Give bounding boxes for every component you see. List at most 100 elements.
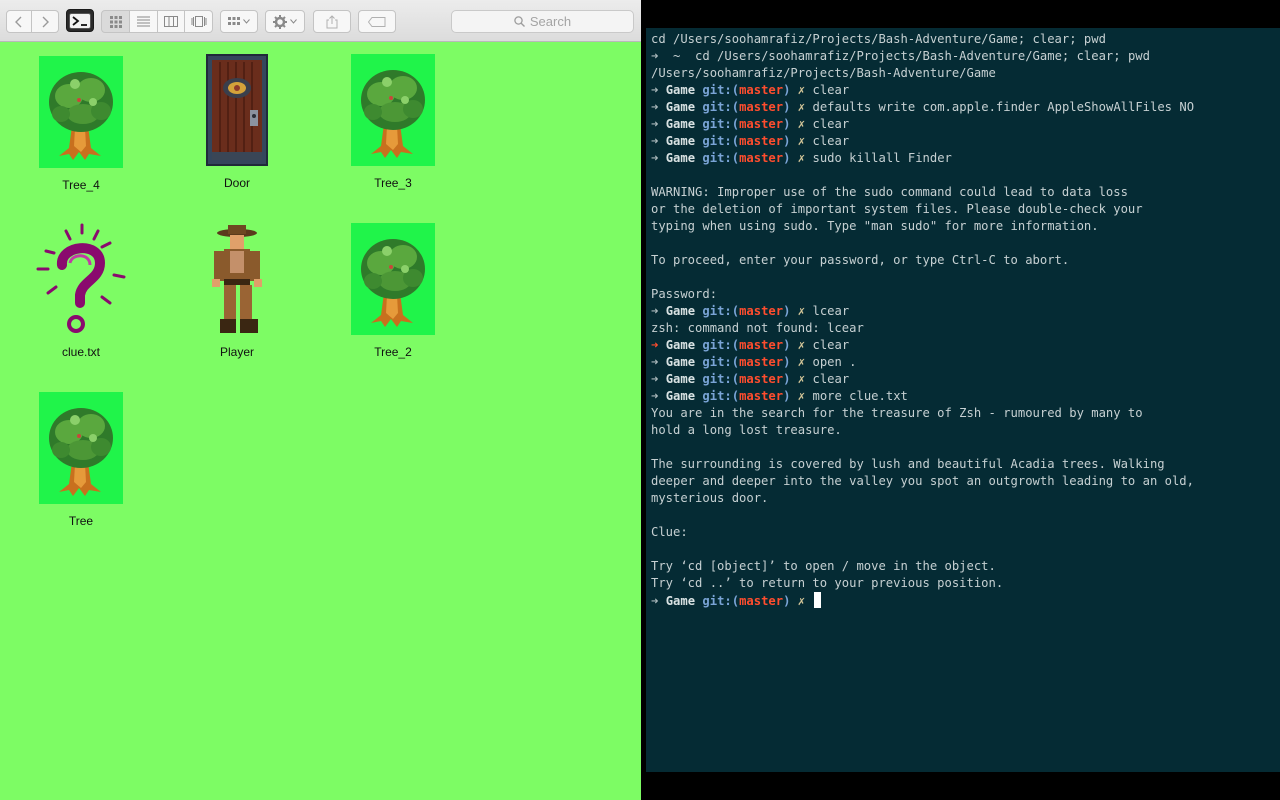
prompt-branch: master [739, 134, 784, 148]
back-button[interactable] [6, 10, 32, 33]
prompt-git-close: ) [783, 117, 791, 131]
chevron-right-icon [42, 16, 49, 27]
terminal-line: ➜ ~ cd /Users/soohamrafiz/Projects/Bash-… [651, 49, 1150, 63]
prompt-directory: Game [665, 338, 696, 352]
file-name: Tree_3 [374, 176, 412, 190]
finder-window: Search Tree_4 Door Tree_3 clue.txt Playe… [0, 0, 641, 800]
terminal-text: typing when using sudo. Type "man sudo" … [651, 219, 1099, 233]
terminal-text: deeper and deeper into the valley you sp… [651, 474, 1194, 488]
search-field[interactable]: Search [451, 10, 634, 33]
action-button[interactable] [265, 10, 305, 33]
prompt-git-close: ) [783, 134, 791, 148]
prompt-directory: Game [665, 355, 696, 369]
terminal-line: WARNING: Improper use of the sudo comman… [651, 184, 1194, 201]
terminal-line: ➜ Game git:(master) ✗ open . [651, 354, 1194, 371]
prompt-branch: master [739, 355, 784, 369]
prompt-git-close: ) [783, 100, 791, 114]
file-item-tree-3[interactable]: Tree_3 [338, 54, 448, 194]
terminal-line: ➜ Game git:(master) ✗ [651, 592, 1194, 609]
terminal-text: You are in the search for the treasure o… [651, 406, 1143, 420]
chevron-left-icon [15, 16, 22, 27]
prompt-dirty-marker: ✗ [797, 355, 806, 369]
prompt-dirty-marker: ✗ [797, 100, 806, 114]
prompt-git: git:( [702, 151, 740, 165]
terminal-command: defaults write com.apple.finder AppleSho… [812, 100, 1195, 114]
terminal-text: Try ‘cd ..’ to return to your previous p… [651, 576, 1004, 590]
tags-button[interactable] [358, 10, 396, 33]
tree-icon [351, 54, 435, 166]
prompt-arrow-icon: ➜ [651, 594, 659, 608]
terminal-text: To proceed, enter your password, or type… [651, 253, 1070, 267]
prompt-branch: master [739, 117, 784, 131]
prompt-dirty-marker: ✗ [797, 304, 806, 318]
column-view-button[interactable] [158, 10, 185, 33]
prompt-git: git:( [702, 134, 740, 148]
prompt-arrow-icon: ➜ [651, 49, 659, 63]
terminal-line: cd /Users/soohamrafiz/Projects/Bash-Adve… [651, 31, 1194, 48]
terminal-command: sudo killall Finder [812, 151, 952, 165]
question-mark-icon [36, 223, 126, 333]
adventurer-icon [212, 225, 262, 333]
file-name: Tree [68, 514, 94, 528]
forward-button[interactable] [32, 10, 59, 33]
open-terminal-button[interactable] [66, 9, 94, 32]
terminal-window[interactable]: cd /Users/soohamrafiz/Projects/Bash-Adve… [646, 28, 1280, 772]
prompt-git: git:( [702, 338, 740, 352]
prompt-directory: Game [665, 372, 696, 386]
list-view-button[interactable] [130, 10, 158, 33]
terminal-command: more clue.txt [812, 389, 908, 403]
terminal-line: You are in the search for the treasure o… [651, 405, 1194, 422]
prompt-dirty-marker: ✗ [797, 134, 806, 148]
cover-flow-button[interactable] [185, 10, 213, 33]
terminal-text: cd /Users/soohamrafiz/Projects/Bash-Adve… [651, 32, 1106, 46]
file-item-tree-2[interactable]: Tree_2 [338, 223, 448, 363]
file-name: Tree_4 [62, 178, 100, 192]
columns-icon [164, 16, 178, 27]
prompt-branch: master [739, 151, 784, 165]
terminal-line: or the deletion of important system file… [651, 201, 1194, 218]
terminal-line: ➜ Game git:(master) ✗ lcear [651, 303, 1194, 320]
terminal-line: To proceed, enter your password, or type… [651, 252, 1194, 269]
arrange-button[interactable] [220, 10, 258, 33]
file-item-tree-4[interactable]: Tree_4 [26, 56, 136, 196]
terminal-command: clear [812, 83, 850, 97]
icon-view-button[interactable] [101, 10, 130, 33]
prompt-directory: Game [665, 117, 696, 131]
terminal-command: clear [812, 338, 850, 352]
arrange-grid-icon [228, 16, 240, 25]
prompt-arrow-icon: ➜ [651, 117, 659, 131]
prompt-branch: master [739, 594, 784, 608]
terminal-line: Password: [651, 286, 1194, 303]
file-item-tree[interactable]: Tree [26, 392, 136, 532]
file-item-clue[interactable]: clue.txt [26, 223, 136, 363]
prompt-branch: master [739, 100, 784, 114]
file-item-player[interactable]: Player [182, 223, 292, 363]
terminal-line: ➜ Game git:(master) ✗ sudo killall Finde… [651, 150, 1194, 167]
terminal-line: zsh: command not found: lcear [651, 320, 1194, 337]
prompt-git: git:( [702, 117, 740, 131]
terminal-line: deeper and deeper into the valley you sp… [651, 473, 1194, 490]
terminal-cursor[interactable] [814, 592, 822, 608]
share-button[interactable] [313, 10, 351, 33]
prompt-arrow-icon: ➜ [651, 151, 659, 165]
terminal-text: The surrounding is covered by lush and b… [651, 457, 1165, 471]
terminal-icon [69, 12, 91, 29]
prompt-directory: Game [665, 304, 696, 318]
terminal-output: cd /Users/soohamrafiz/Projects/Bash-Adve… [651, 31, 1194, 609]
search-icon [514, 16, 525, 27]
prompt-dirty-marker: ✗ [797, 338, 806, 352]
terminal-command: lcear [812, 304, 850, 318]
terminal-line: ➜ Game git:(master) ✗ clear [651, 371, 1194, 388]
terminal-line: Try ‘cd [object]’ to open / move in the … [651, 558, 1194, 575]
file-name: Door [223, 176, 250, 190]
terminal-command: cd /Users/soohamrafiz/Projects/Bash-Adve… [695, 49, 1150, 63]
prompt-git-close: ) [783, 83, 791, 97]
tree-icon [351, 223, 435, 335]
prompt-arrow-icon: ➜ [651, 355, 659, 369]
list-icon [137, 16, 150, 27]
prompt-dirty-marker: ✗ [797, 389, 806, 403]
file-item-door[interactable]: Door [182, 54, 292, 194]
finder-toolbar: Search [0, 0, 641, 42]
